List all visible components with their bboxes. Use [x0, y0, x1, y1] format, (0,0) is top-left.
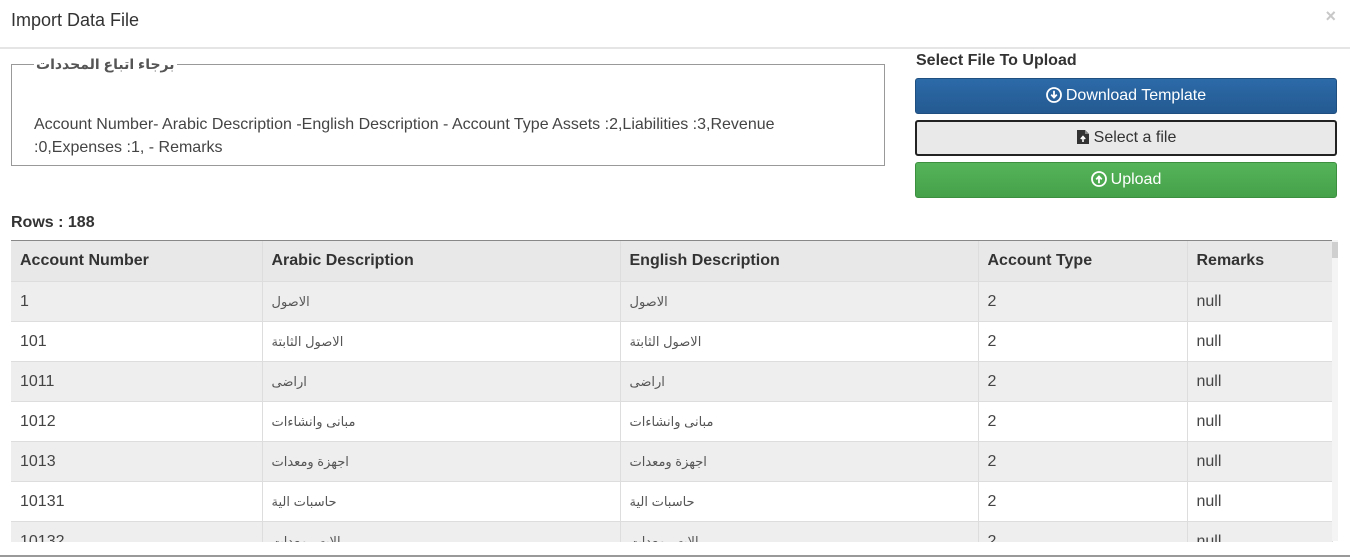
table-row: 1012 مبانى وانشاءات مبانى وانشاءات 2 nul… — [11, 401, 1333, 442]
cell-account-type: 2 — [978, 441, 1188, 482]
cell-account-number: 1012 — [11, 401, 263, 442]
select-file-label: Select a file — [1093, 129, 1177, 146]
table-row: 101 الاصول الثابتة الاصول الثابتة 2 null — [11, 321, 1333, 362]
column-header-account-number[interactable]: Account Number — [11, 241, 263, 282]
cell-account-number: 1013 — [11, 441, 263, 482]
cell-english-description: مبانى وانشاءات — [620, 401, 979, 442]
cell-arabic-description: مبانى وانشاءات — [262, 401, 621, 442]
cell-account-type: 2 — [978, 481, 1188, 522]
criteria-fieldset: برجاء اتباع المحددات Account Number- Ara… — [11, 56, 885, 166]
table-row: 1013 اجهزة ومعدات اجهزة ومعدات 2 null — [11, 441, 1333, 482]
column-header-arabic-description[interactable]: Arabic Description — [262, 241, 621, 282]
file-upload-icon — [1076, 130, 1089, 144]
rows-count: Rows : 188 — [11, 214, 95, 231]
cell-english-description: الاصول الثابتة — [620, 321, 979, 362]
cell-arabic-description: الاصول الثابتة — [262, 321, 621, 362]
upload-button[interactable]: Upload — [915, 162, 1337, 198]
cell-remarks: null — [1187, 521, 1333, 542]
cell-account-number: 10132 — [11, 521, 263, 542]
cell-arabic-description: اراضى — [262, 361, 621, 402]
cell-account-type: 2 — [978, 521, 1188, 542]
cell-remarks: null — [1187, 441, 1333, 482]
column-header-account-type[interactable]: Account Type — [978, 241, 1188, 282]
cell-remarks: null — [1187, 281, 1333, 322]
close-button[interactable]: × — [1325, 6, 1336, 27]
column-header-english-description[interactable]: English Description — [620, 241, 979, 282]
cell-english-description: اجهزة ومعدات — [620, 441, 979, 482]
cell-account-number: 101 — [11, 321, 263, 362]
table-row: 10131 حاسبات الية حاسبات الية 2 null — [11, 481, 1333, 522]
cell-account-number: 1 — [11, 281, 263, 322]
data-table-container[interactable]: Account Number Arabic Description Englis… — [11, 240, 1338, 542]
cell-account-type: 2 — [978, 401, 1188, 442]
criteria-legend: برجاء اتباع المحددات — [36, 56, 175, 72]
upload-section-label: Select File To Upload — [916, 52, 1077, 69]
cell-english-description: اراضى — [620, 361, 979, 402]
download-template-button[interactable]: Download Template — [915, 78, 1337, 114]
cell-remarks: null — [1187, 321, 1333, 362]
table-row: 10132 الات ومعدات الات ومعدات 2 null — [11, 521, 1333, 542]
cell-arabic-description: الاصول — [262, 281, 621, 322]
download-template-label: Download Template — [1065, 87, 1207, 104]
criteria-line-1: Account Number- Arabic Description -Engl… — [34, 116, 775, 133]
table-scrollbar[interactable] — [1332, 240, 1338, 541]
modal-title: Import Data File — [11, 10, 140, 30]
table-scrollbar-thumb[interactable] — [1332, 242, 1338, 258]
upload-label: Upload — [1110, 171, 1162, 188]
cell-arabic-description: الات ومعدات — [262, 521, 621, 542]
upload-circle-icon — [1090, 171, 1107, 187]
cell-account-number: 10131 — [11, 481, 263, 522]
cell-english-description: حاسبات الية — [620, 481, 979, 522]
modal-header: Import Data File × — [0, 0, 1350, 49]
criteria-text: Account Number- Arabic Description -Engl… — [34, 113, 834, 159]
table-header-row: Account Number Arabic Description Englis… — [11, 241, 1333, 282]
column-header-remarks[interactable]: Remarks — [1187, 241, 1333, 282]
cell-arabic-description: اجهزة ومعدات — [262, 441, 621, 482]
import-dialog: Import Data File × برجاء اتباع المحددات … — [0, 0, 1350, 557]
table-row: 1 الاصول الاصول 2 null — [11, 281, 1333, 322]
cell-account-type: 2 — [978, 361, 1188, 402]
cell-english-description: الاصول — [620, 281, 979, 322]
cell-account-number: 1011 — [11, 361, 263, 402]
cell-remarks: null — [1187, 361, 1333, 402]
cell-remarks: null — [1187, 481, 1333, 522]
download-circle-icon — [1045, 87, 1062, 103]
cell-account-type: 2 — [978, 321, 1188, 362]
cell-arabic-description: حاسبات الية — [262, 481, 621, 522]
table-row: 1011 اراضى اراضى 2 null — [11, 361, 1333, 402]
cell-remarks: null — [1187, 401, 1333, 442]
cell-account-type: 2 — [978, 281, 1188, 322]
select-file-button[interactable]: Select a file — [915, 120, 1337, 156]
data-table: Account Number Arabic Description Englis… — [11, 241, 1333, 542]
cell-english-description: الات ومعدات — [620, 521, 979, 542]
criteria-line-2: :0,Expenses :1, - Remarks — [34, 139, 223, 156]
